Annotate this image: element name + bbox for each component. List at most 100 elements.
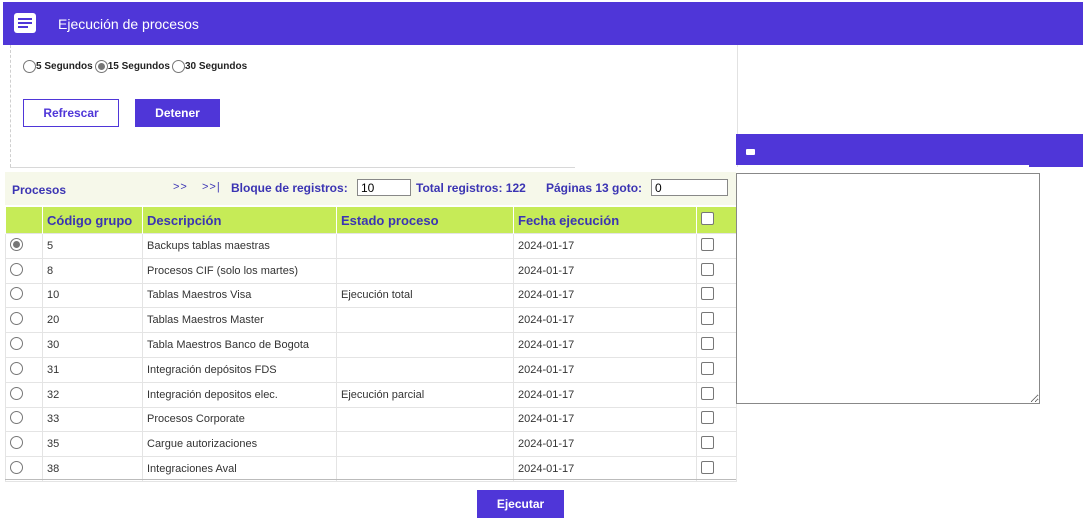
row-radio[interactable] [10, 411, 23, 425]
row-radio[interactable] [10, 361, 23, 375]
row-checkbox[interactable] [701, 287, 714, 301]
date-cell: 2024-01-17 [513, 381, 697, 408]
total-records: Total registros: 122 [416, 181, 526, 195]
status-cell [336, 356, 514, 383]
radio-15-seconds[interactable] [94, 60, 108, 73]
row-radio[interactable] [10, 312, 23, 326]
grid-toolbar: Procesos >> >>| Bloque de registros: Tot… [5, 172, 736, 205]
row-radio[interactable] [10, 461, 23, 475]
status-cell [336, 332, 514, 358]
row-checkbox[interactable] [701, 436, 714, 450]
row-select-cell[interactable] [5, 332, 43, 358]
last-page-link[interactable]: >>| [202, 181, 221, 193]
log-output-textarea[interactable] [736, 173, 1040, 404]
row-radio[interactable] [10, 386, 23, 400]
row-select-cell[interactable] [5, 381, 43, 408]
row-radio[interactable] [10, 237, 23, 251]
table-row[interactable]: 30 Tabla Maestros Banco de Bogota 2024-01-… [5, 332, 737, 358]
row-check-cell[interactable] [696, 332, 737, 358]
process-table: Código grupo Descripción Estado proceso … [5, 207, 737, 482]
code-cell: 32 [42, 381, 143, 408]
row-radio[interactable] [10, 337, 23, 351]
execute-button[interactable]: Ejecutar [477, 490, 564, 518]
table-row[interactable]: 38 Integraciones Aval 2024-01-17 [5, 456, 737, 482]
table-row[interactable]: 10 Tablas Maestros Visa Ejecución total 202… [5, 282, 737, 309]
row-checkbox[interactable] [701, 386, 714, 400]
row-check-cell[interactable] [696, 282, 737, 309]
row-radio[interactable] [10, 262, 23, 276]
description-cell: Cargue autorizaciones [142, 431, 337, 458]
row-check-cell[interactable] [696, 406, 737, 433]
description-cell: Tablas Maestros Master [142, 307, 337, 334]
row-check-cell[interactable] [696, 233, 737, 259]
status-cell [336, 431, 514, 458]
row-check-cell[interactable] [696, 431, 737, 458]
table-row[interactable]: 32 Integración depositos elec. Ejecución p… [5, 381, 737, 408]
row-select-cell[interactable] [5, 282, 43, 309]
row-select-cell[interactable] [5, 406, 43, 433]
radio-5-seconds[interactable] [23, 60, 36, 73]
column-header-status: Estado proceso [336, 207, 514, 234]
row-radio[interactable] [10, 436, 23, 450]
list-window-icon [14, 13, 36, 33]
row-checkbox[interactable] [701, 312, 714, 326]
interval-option-30[interactable]: 30 Segundos [171, 60, 248, 73]
status-cell [336, 406, 514, 433]
select-all-checkbox-cell[interactable] [696, 207, 737, 234]
description-cell: Integraciones Aval [142, 456, 337, 482]
date-cell: 2024-01-17 [513, 406, 697, 433]
row-check-cell[interactable] [696, 257, 737, 284]
date-cell: 2024-01-17 [513, 257, 697, 284]
row-check-cell[interactable] [696, 456, 737, 482]
row-select-cell[interactable] [5, 307, 43, 334]
refresh-button[interactable]: Refrescar [23, 99, 119, 127]
table-row[interactable]: 5 Backups tablas maestras 2024-01-17 [5, 233, 737, 259]
goto-page-input[interactable] [651, 179, 728, 196]
block-label: Bloque de registros: [231, 181, 348, 195]
side-panel-header [736, 134, 1083, 165]
status-cell [336, 257, 514, 284]
side-panel-tab-indicator [1029, 165, 1083, 167]
code-cell: 35 [42, 431, 143, 458]
column-header-date: Fecha ejecución [513, 207, 697, 234]
table-row[interactable]: 8 Procesos CIF (solo los martes) 2024-01-1… [5, 257, 737, 284]
date-cell: 2024-01-17 [513, 431, 697, 458]
block-size-input[interactable] [357, 179, 411, 196]
date-cell: 2024-01-17 [513, 456, 697, 482]
table-bottom-border [5, 479, 736, 480]
description-cell: Tabla Maestros Banco de Bogota [142, 332, 337, 358]
radio-label: 30 Segundos [184, 61, 248, 72]
status-cell: Ejecución total [336, 282, 514, 309]
row-select-cell[interactable] [5, 431, 43, 458]
table-row[interactable]: 20 Tablas Maestros Master 2024-01-17 [5, 307, 737, 334]
row-checkbox[interactable] [701, 237, 714, 251]
row-select-cell[interactable] [5, 257, 43, 284]
row-select-cell[interactable] [5, 233, 43, 259]
interval-option-5[interactable]: 5 Segundos [23, 60, 93, 73]
row-radio[interactable] [10, 287, 23, 301]
radio-30-seconds[interactable] [171, 60, 185, 73]
row-checkbox[interactable] [701, 411, 714, 425]
date-cell: 2024-01-17 [513, 356, 697, 383]
next-page-link[interactable]: >> [173, 181, 188, 193]
row-check-cell[interactable] [696, 307, 737, 334]
description-cell: Tablas Maestros Visa [142, 282, 337, 309]
code-cell: 8 [42, 257, 143, 284]
interval-option-15[interactable]: 15 Segundos [94, 60, 170, 73]
code-cell: 33 [42, 406, 143, 433]
row-checkbox[interactable] [701, 361, 714, 375]
row-select-cell[interactable] [5, 356, 43, 383]
select-all-checkbox[interactable] [701, 212, 714, 225]
row-select-cell[interactable] [5, 456, 43, 482]
description-cell: Procesos CIF (solo los martes) [142, 257, 337, 284]
table-row[interactable]: 31 Integración depósitos FDS 2024-01-17 [5, 356, 737, 383]
row-checkbox[interactable] [701, 461, 714, 475]
row-checkbox[interactable] [701, 262, 714, 276]
table-row[interactable]: 35 Cargue autorizaciones 2024-01-17 [5, 431, 737, 458]
code-cell: 10 [42, 282, 143, 309]
row-checkbox[interactable] [701, 337, 714, 351]
stop-button[interactable]: Detener [135, 99, 220, 127]
table-row[interactable]: 33 Procesos Corporate 2024-01-17 [5, 406, 737, 433]
row-check-cell[interactable] [696, 381, 737, 408]
row-check-cell[interactable] [696, 356, 737, 383]
